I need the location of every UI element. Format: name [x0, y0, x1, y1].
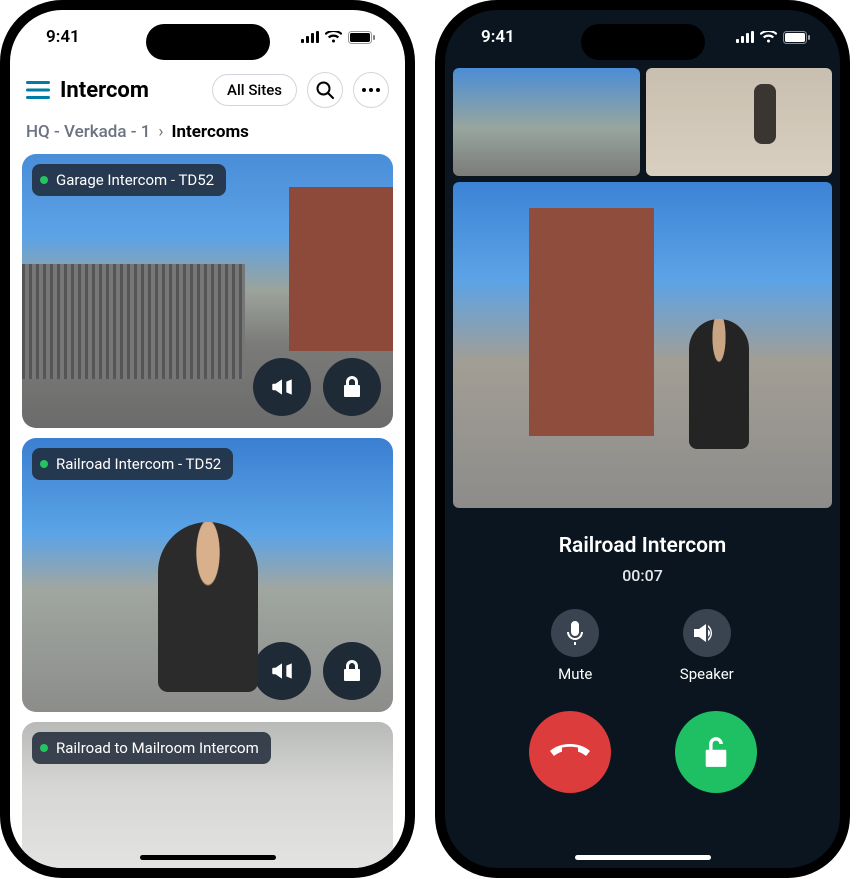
phone-active-call: 9:41 Railroad Intercom 00:07 Mute: [445, 10, 840, 868]
phone-intercom-list: 9:41 Intercom All Sites HQ - Verkada - 1…: [10, 10, 405, 868]
status-icons: [736, 31, 810, 44]
unlock-icon: [702, 736, 730, 768]
home-indicator[interactable]: [575, 855, 711, 860]
breadcrumb-path[interactable]: HQ - Verkada - 1: [26, 122, 150, 142]
status-time: 9:41: [481, 27, 515, 47]
unlock-button[interactable]: [675, 711, 757, 793]
intercom-card[interactable]: Railroad to Mailroom Intercom: [22, 722, 393, 868]
speaker-button[interactable]: [683, 609, 731, 657]
cellular-icon: [301, 31, 319, 43]
hangup-button[interactable]: [529, 711, 611, 793]
more-icon: [362, 88, 380, 92]
call-title: Railroad Intercom: [451, 534, 834, 558]
status-dot: [40, 744, 48, 752]
megaphone-icon: [269, 374, 295, 400]
cellular-icon: [736, 31, 754, 43]
wifi-icon: [325, 31, 342, 43]
call-controls: Mute Speaker: [451, 609, 834, 683]
battery-icon: [348, 31, 375, 44]
call-timer: 00:07: [451, 566, 834, 585]
lock-icon: [340, 659, 364, 683]
intercom-card[interactable]: Railroad Intercom - TD52: [22, 438, 393, 712]
card-actions: [253, 642, 381, 700]
talk-button[interactable]: [253, 642, 311, 700]
hangup-icon: [550, 744, 590, 760]
intercom-name: Railroad to Mailroom Intercom: [56, 739, 259, 757]
intercom-name: Garage Intercom - TD52: [56, 171, 214, 189]
lock-button[interactable]: [323, 642, 381, 700]
search-icon: [316, 81, 334, 99]
intercom-label: Garage Intercom - TD52: [32, 164, 226, 196]
speaker-icon: [694, 622, 720, 644]
breadcrumb: HQ - Verkada - 1 › Intercoms: [10, 116, 405, 154]
megaphone-icon: [269, 658, 295, 684]
talk-button[interactable]: [253, 358, 311, 416]
speaker-control: Speaker: [680, 609, 734, 683]
wifi-icon: [760, 31, 777, 43]
mute-button[interactable]: [551, 609, 599, 657]
app-header: Intercom All Sites: [10, 64, 405, 116]
battery-icon: [783, 31, 810, 44]
home-indicator[interactable]: [140, 855, 276, 860]
intercom-name: Railroad Intercom - TD52: [56, 455, 221, 473]
chevron-right-icon: ›: [158, 122, 163, 142]
intercom-label: Railroad Intercom - TD52: [32, 448, 233, 480]
camera-tile[interactable]: [453, 68, 640, 176]
call-screen: Railroad Intercom 00:07 Mute Speaker: [445, 64, 840, 793]
speaker-label: Speaker: [680, 665, 734, 683]
notch: [581, 24, 705, 60]
menu-button[interactable]: [26, 81, 50, 99]
notch: [146, 24, 270, 60]
breadcrumb-current: Intercoms: [172, 122, 249, 142]
main-camera-view[interactable]: [453, 182, 832, 508]
camera-tile[interactable]: [646, 68, 833, 176]
mute-control: Mute: [551, 609, 599, 683]
lock-button[interactable]: [323, 358, 381, 416]
status-time: 9:41: [46, 27, 80, 47]
intercom-card-list: Garage Intercom - TD52 Railroad Intercom…: [10, 154, 405, 868]
lock-icon: [340, 375, 364, 399]
status-dot: [40, 176, 48, 184]
app-title: Intercom: [60, 78, 202, 103]
intercom-card[interactable]: Garage Intercom - TD52: [22, 154, 393, 428]
mute-label: Mute: [558, 665, 592, 683]
more-button[interactable]: [353, 72, 389, 108]
microphone-icon: [565, 621, 585, 645]
camera-tile-row: [451, 64, 834, 182]
card-actions: [253, 358, 381, 416]
status-dot: [40, 460, 48, 468]
intercom-label: Railroad to Mailroom Intercom: [32, 732, 271, 764]
call-action-buttons: [451, 711, 834, 793]
site-filter-button[interactable]: All Sites: [212, 74, 297, 106]
status-icons: [301, 31, 375, 44]
search-button[interactable]: [307, 72, 343, 108]
